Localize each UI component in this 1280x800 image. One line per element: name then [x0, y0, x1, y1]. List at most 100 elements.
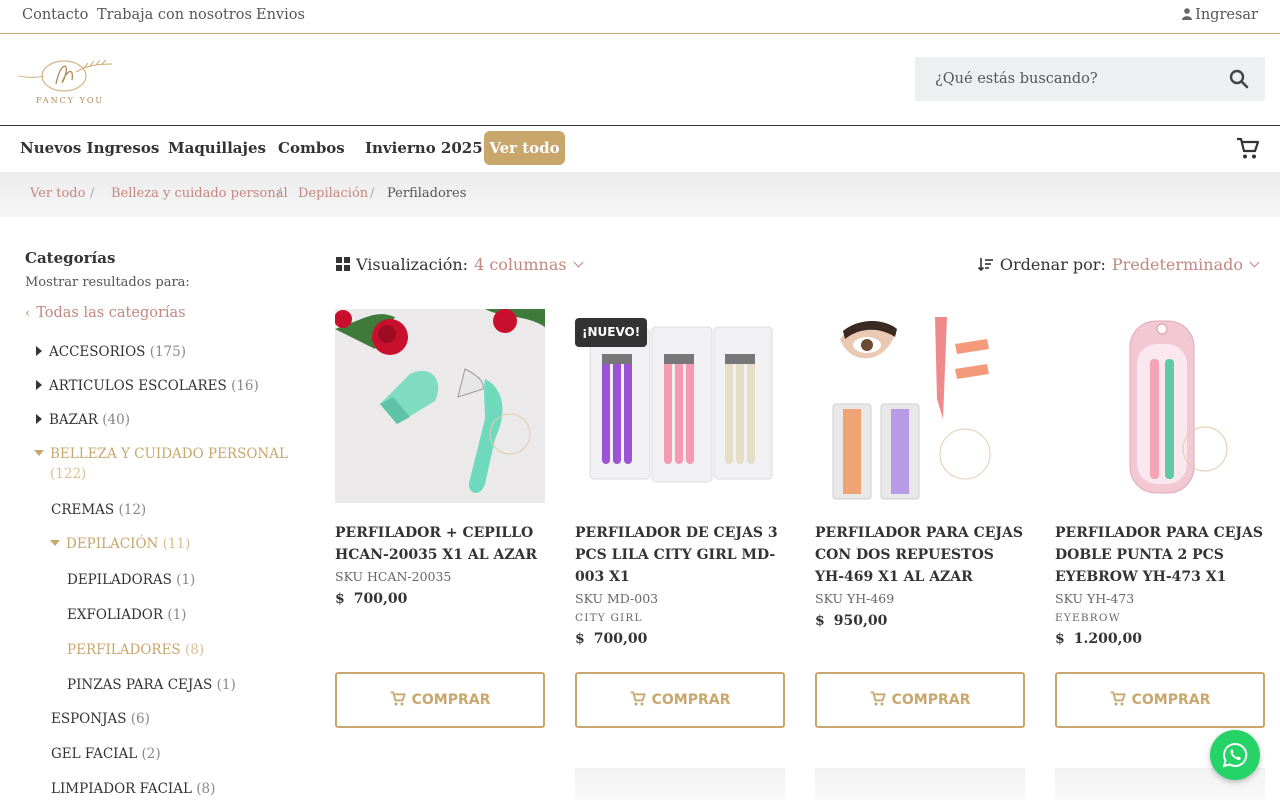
category-label: PERFILADORES — [67, 642, 181, 658]
category-label: BELLEZA Y CUIDADO PERSONAL — [50, 446, 288, 462]
breadcrumb-separator: / — [370, 186, 375, 201]
category-depilacion[interactable]: DEPILACIÓN (11) — [50, 536, 190, 552]
search-input[interactable] — [915, 57, 1215, 101]
caret-right-icon — [36, 346, 42, 356]
breadcrumb-belleza[interactable]: Belleza y cuidado personal — [111, 186, 288, 201]
contact-link[interactable]: Contacto — [22, 7, 88, 23]
product-price: $700,00 — [335, 591, 545, 607]
price-value: 1.200,00 — [1073, 631, 1142, 647]
category-depiladoras[interactable]: DEPILADORAS (1) — [67, 572, 195, 588]
category-exfoliador[interactable]: EXFOLIADOR (1) — [67, 607, 186, 623]
product-brand[interactable]: EYEBROW — [1055, 612, 1265, 624]
price-value: 700,00 — [353, 591, 408, 607]
nav-item-combos[interactable]: Combos — [278, 139, 345, 157]
category-accesorios[interactable]: ACCESORIOS (175) — [36, 344, 186, 360]
category-count: (1) — [167, 607, 187, 623]
breadcrumb-separator: / — [90, 186, 95, 201]
breadcrumb-separator: / — [277, 186, 282, 201]
product-image[interactable]: ¡NUEVO! — [575, 309, 785, 503]
work-with-us-link[interactable]: Trabaja con nosotros — [97, 7, 252, 23]
category-cremas[interactable]: CREMAS (12) — [51, 502, 146, 518]
buy-label: COMPRAR — [1131, 692, 1211, 708]
category-label: PINZAS PARA CEJAS — [67, 677, 213, 693]
all-categories-link[interactable]: ‹ Todas las categorías — [25, 305, 186, 321]
buy-button[interactable]: COMPRAR — [335, 672, 545, 728]
sort-selector[interactable]: Ordenar por: Predeterminado — [977, 255, 1260, 274]
cart-icon[interactable] — [1236, 137, 1260, 161]
price-value: 700,00 — [593, 631, 648, 647]
category-label: BAZAR — [49, 412, 98, 428]
user-icon — [1182, 8, 1193, 20]
product-image[interactable] — [1055, 309, 1265, 503]
login-label: Ingresar — [1195, 7, 1258, 23]
category-belleza[interactable]: BELLEZA Y CUIDADO PERSONAL — [34, 446, 288, 462]
chevron-down-icon — [573, 257, 584, 268]
product-sku: SKU HCAN-20035 — [335, 569, 452, 584]
nav-ver-todo-button[interactable]: Ver todo — [484, 131, 565, 165]
breadcrumb-depilacion[interactable]: Depilación — [298, 186, 368, 201]
caret-right-icon — [36, 380, 42, 390]
category-label: LIMPIADOR FACIAL — [51, 781, 192, 797]
sort-value: Predeterminado — [1111, 255, 1243, 274]
product-image[interactable] — [335, 309, 545, 503]
whatsapp-icon — [1222, 742, 1248, 768]
product-card: PERFILADOR PARA CEJAS DOBLE PUNTA 2 PCS … — [1055, 309, 1265, 647]
category-count: (1) — [176, 572, 196, 588]
nav-item-nuevos-ingresos[interactable]: Nuevos Ingresos — [20, 139, 159, 157]
category-limpiador-facial[interactable]: LIMPIADOR FACIAL (8) — [51, 781, 215, 797]
whatsapp-button[interactable] — [1210, 730, 1260, 780]
category-label: GEL FACIAL — [51, 746, 138, 762]
product-name[interactable]: PERFILADOR PARA CEJAS CON DOS REPUESTOS … — [815, 522, 1025, 588]
sort-icon — [977, 258, 993, 272]
category-esponjas[interactable]: ESPONJAS (6) — [51, 711, 150, 727]
category-perfiladores[interactable]: PERFILADORES (8) — [67, 642, 204, 658]
buy-button[interactable]: COMPRAR — [1055, 672, 1265, 728]
category-count: (40) — [102, 412, 130, 428]
product-brand[interactable]: CITY GIRL — [575, 612, 785, 624]
cart-icon — [630, 691, 646, 706]
buy-button[interactable]: COMPRAR — [815, 672, 1025, 728]
category-label: EXFOLIADOR — [67, 607, 164, 623]
product-image-partial[interactable] — [575, 768, 785, 800]
category-gel-facial[interactable]: GEL FACIAL (2) — [51, 746, 161, 762]
login-link[interactable]: Ingresar — [1182, 7, 1258, 23]
chevron-down-icon — [1249, 257, 1260, 268]
category-count: (11) — [162, 536, 191, 552]
new-badge: ¡NUEVO! — [575, 318, 648, 347]
category-count-belleza: (122) — [50, 466, 86, 482]
category-count: (16) — [231, 378, 259, 394]
category-pinzas[interactable]: PINZAS PARA CEJAS (1) — [67, 677, 236, 693]
product-name[interactable]: PERFILADOR DE CEJAS 3 PCS LILA CITY GIRL… — [575, 522, 785, 588]
cart-icon — [390, 691, 406, 706]
product-image-partial[interactable] — [815, 768, 1025, 800]
product-price: $1.200,00 — [1055, 631, 1265, 647]
categories-subtitle: Mostrar resultados para: — [25, 275, 190, 290]
buy-label: COMPRAR — [411, 692, 491, 708]
breadcrumb: Ver todo / Belleza y cuidado personal / … — [0, 172, 1280, 217]
product-image[interactable] — [815, 309, 1025, 503]
nav-item-invierno[interactable]: Invierno 2025 — [365, 139, 483, 157]
view-selector[interactable]: Visualización: 4 columnas — [336, 255, 584, 274]
buy-label: COMPRAR — [891, 692, 971, 708]
category-label: ARTICULOS ESCOLARES — [49, 378, 227, 394]
breadcrumb-ver-todo[interactable]: Ver todo — [30, 186, 85, 201]
category-bazar[interactable]: BAZAR (40) — [36, 412, 130, 428]
product-name[interactable]: PERFILADOR PARA CEJAS DOBLE PUNTA 2 PCS … — [1055, 522, 1265, 588]
price-currency: $ — [815, 613, 825, 629]
product-price: $700,00 — [575, 631, 785, 647]
grid-icon — [336, 257, 350, 271]
all-categories-label: Todas las categorías — [36, 305, 186, 321]
product-card: PERFILADOR + CEPILLO HCAN-20035 X1 AL AZ… — [335, 309, 545, 607]
categories-title: Categorías — [25, 249, 116, 267]
nav-item-maquillajes[interactable]: Maquillajes — [168, 139, 266, 157]
buy-button[interactable]: COMPRAR — [575, 672, 785, 728]
product-name[interactable]: PERFILADOR + CEPILLO HCAN-20035 X1 AL AZ… — [335, 522, 545, 566]
shipping-link[interactable]: Envios — [256, 7, 305, 23]
search-icon[interactable] — [1229, 69, 1249, 89]
category-label: CREMAS — [51, 502, 115, 518]
caret-down-icon — [34, 450, 44, 456]
category-count: (1) — [216, 677, 236, 693]
store-logo[interactable]: FANCY YOU — [16, 54, 120, 108]
category-articulos-escolares[interactable]: ARTICULOS ESCOLARES (16) — [36, 378, 259, 394]
product-card: PERFILADOR PARA CEJAS CON DOS REPUESTOS … — [815, 309, 1025, 629]
